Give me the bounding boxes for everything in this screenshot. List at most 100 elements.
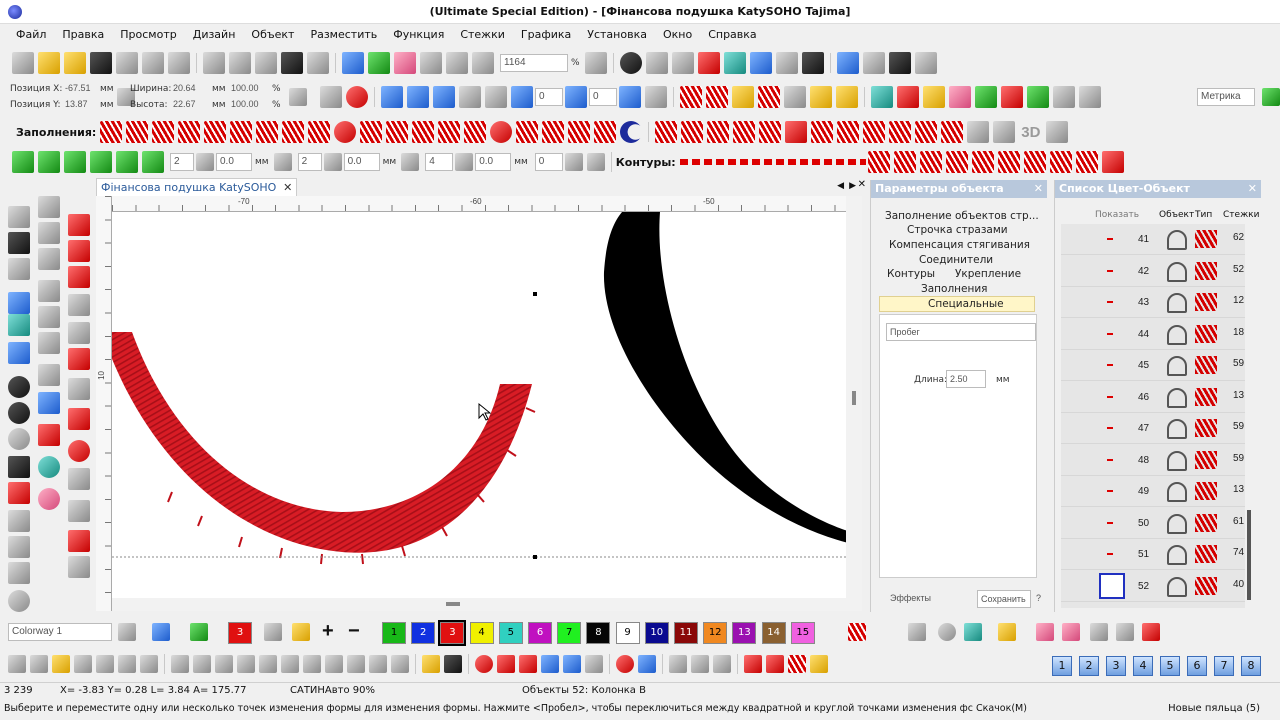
hearts-icon[interactable]: [1116, 623, 1134, 641]
align-center-icon[interactable]: [193, 655, 211, 673]
fill-zigzag-icon[interactable]: [100, 121, 123, 143]
rotate-ccw-icon[interactable]: [511, 86, 533, 108]
color-swatch[interactable]: 2: [411, 622, 436, 644]
table-row[interactable]: 45 59: [1061, 350, 1245, 381]
canvas-vertical-scrollbar[interactable]: [846, 196, 862, 611]
fill-spiral-icon[interactable]: [490, 121, 513, 143]
fill-gray2-icon[interactable]: [993, 121, 1016, 143]
align-middle-icon[interactable]: [259, 655, 277, 673]
arrow-all-icon[interactable]: [64, 151, 86, 173]
contour-zig6-icon[interactable]: [997, 151, 1020, 173]
no-slash-icon[interactable]: [908, 623, 926, 641]
rotate-cw-icon[interactable]: [565, 86, 587, 108]
fill-lines-icon[interactable]: [889, 121, 912, 143]
half-circle-icon[interactable]: [669, 655, 687, 673]
units-select[interactable]: Метрика: [1197, 88, 1255, 106]
menu-window[interactable]: Окно: [655, 24, 700, 46]
puff-gray-icon[interactable]: [1090, 623, 1108, 641]
canvas-horizontal-scrollbar[interactable]: [112, 598, 846, 611]
stamp-icon[interactable]: [775, 52, 798, 74]
skew-alt-icon[interactable]: [485, 86, 507, 108]
wave-fill-icon[interactable]: [758, 86, 780, 108]
contour-zig9-icon[interactable]: [1075, 151, 1098, 173]
corner-nodes-icon[interactable]: [68, 500, 90, 522]
contour-zig4-icon[interactable]: [945, 151, 968, 173]
fx-icon[interactable]: [585, 655, 603, 673]
diamond-icon[interactable]: [8, 342, 30, 364]
black-ring-shape[interactable]: [603, 212, 846, 544]
arrow-triangle-icon[interactable]: [68, 530, 90, 552]
col-object[interactable]: Объект: [1159, 210, 1194, 220]
sequence-button-7[interactable]: 7: [1214, 656, 1234, 676]
contour-zig7-icon[interactable]: [1023, 151, 1046, 173]
contour-zig8-icon[interactable]: [1049, 151, 1072, 173]
half-circle3-icon[interactable]: [713, 655, 731, 673]
table-row[interactable]: 41 62: [1061, 224, 1245, 255]
sequence-button-1[interactable]: 1: [1052, 656, 1072, 676]
tshirt-icon[interactable]: [975, 86, 997, 108]
hoop-icon[interactable]: [723, 52, 746, 74]
group-icon[interactable]: [96, 655, 114, 673]
color-list-scrollbar[interactable]: [1247, 510, 1251, 600]
distribute-v-icon[interactable]: [347, 655, 365, 673]
fill-columns-icon[interactable]: [178, 121, 201, 143]
rotate-input[interactable]: 0: [535, 88, 563, 106]
distribute-h-icon[interactable]: [325, 655, 343, 673]
table-row[interactable]: 51 74: [1061, 539, 1245, 570]
curve-red-icon[interactable]: [68, 214, 90, 236]
polygon-icon[interactable]: [68, 294, 90, 316]
scale2-icon[interactable]: [116, 151, 138, 173]
color-tools-icon[interactable]: [394, 52, 416, 74]
arrow-h-icon[interactable]: [12, 151, 34, 173]
text-icon[interactable]: [8, 292, 30, 314]
home-icon[interactable]: [320, 86, 342, 108]
fill-grid-icon[interactable]: [282, 121, 305, 143]
triangle-nodes-icon[interactable]: [38, 248, 60, 270]
leaf-icon[interactable]: [732, 86, 754, 108]
spokes-icon[interactable]: [68, 468, 90, 490]
tab-contours[interactable]: Контуры: [887, 268, 935, 280]
magic-icon[interactable]: [472, 52, 494, 74]
fill-pattern2-icon[interactable]: [542, 121, 565, 143]
fill-chain-icon[interactable]: [308, 121, 331, 143]
help-button[interactable]: ?: [1033, 590, 1047, 608]
info-icon[interactable]: [619, 52, 642, 74]
thread-chart-icon[interactable]: [697, 52, 720, 74]
mirror-horizontal-icon[interactable]: [381, 86, 403, 108]
cut-icon[interactable]: [203, 52, 225, 74]
shapes-icon[interactable]: [897, 86, 919, 108]
color-swatch[interactable]: 7: [557, 622, 582, 644]
picture-icon[interactable]: [871, 86, 893, 108]
tab-connectors[interactable]: Соединители: [919, 254, 993, 266]
reshape-tool-icon[interactable]: [8, 232, 30, 254]
monogram-icon[interactable]: [8, 314, 30, 336]
tab-pull-compensation[interactable]: Компенсация стягивания: [889, 239, 1030, 251]
tab-scroll-right-icon[interactable]: ▶: [849, 180, 856, 191]
grid-view-icon[interactable]: [671, 52, 694, 74]
menu-help[interactable]: Справка: [700, 24, 764, 46]
frame-gold-icon[interactable]: [998, 623, 1016, 641]
run-red-icon[interactable]: [744, 655, 762, 673]
curve2-icon[interactable]: [586, 153, 605, 171]
satin-fill-icon[interactable]: [680, 86, 702, 108]
run-type-select[interactable]: Пробег: [886, 323, 1036, 341]
color-swatch[interactable]: 13: [732, 622, 757, 644]
color-swatch[interactable]: 6: [528, 622, 552, 644]
menu-graphics[interactable]: Графика: [513, 24, 579, 46]
sequence-icon[interactable]: [788, 655, 806, 673]
height-percent-input[interactable]: 100.00: [228, 98, 260, 112]
select-all-icon[interactable]: [30, 655, 48, 673]
menu-stitches[interactable]: Стежки: [452, 24, 513, 46]
gear-dark-icon[interactable]: [8, 402, 30, 424]
slant-input[interactable]: 0: [589, 88, 617, 106]
spacing-icon[interactable]: [196, 153, 214, 171]
multi-design-icon[interactable]: [836, 52, 859, 74]
eyedropper-icon[interactable]: [8, 510, 30, 532]
table-row[interactable]: 48 59: [1061, 445, 1245, 476]
fill-feather2-icon[interactable]: [733, 121, 756, 143]
frame-red-icon[interactable]: [1142, 623, 1160, 641]
reshape-icon[interactable]: [645, 86, 667, 108]
col-type[interactable]: Тип: [1195, 210, 1212, 220]
table-row[interactable]: 49 13: [1061, 476, 1245, 507]
tab-fills[interactable]: Заполнения: [921, 283, 988, 295]
